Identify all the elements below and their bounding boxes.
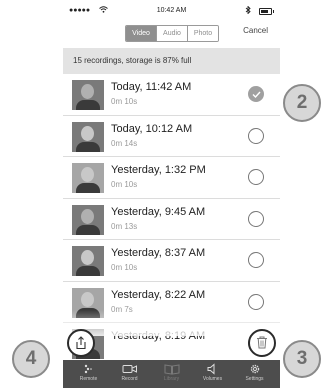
tab-label: Record: [121, 376, 138, 382]
recording-duration: 0m 14s: [111, 138, 138, 148]
recording-duration: 0m 10s: [111, 180, 138, 189]
recording-row[interactable]: Today, 10:12 AM 0m 14s: [63, 116, 280, 157]
recording-row[interactable]: Today, 11:42 AM 0m 10s: [63, 74, 280, 116]
share-button[interactable]: [67, 329, 95, 357]
recording-thumbnail: [72, 246, 104, 276]
tab-photo[interactable]: Photo: [187, 26, 218, 41]
list-fade: [63, 310, 280, 336]
tab-settings[interactable]: Settings: [233, 360, 276, 388]
selection-circle[interactable]: [248, 169, 264, 185]
tab-label: Remote: [79, 376, 98, 382]
tab-label: Settings: [245, 376, 264, 382]
tab-audio[interactable]: Audio: [156, 26, 187, 41]
recording-thumbnail: [72, 163, 104, 193]
recording-title: Yesterday, 8:22 AM: [111, 288, 206, 301]
video-camera-icon: [122, 365, 137, 373]
callout-badge-delete: 3: [283, 340, 321, 378]
selection-circle[interactable]: [248, 293, 264, 310]
remote-icon: [84, 364, 92, 374]
recording-duration: 0m 13s: [111, 221, 138, 231]
callout-badge-share: 4: [12, 340, 50, 378]
gear-icon: [250, 364, 259, 374]
bluetooth-icon: [245, 5, 251, 16]
recording-duration: 0m 10s: [111, 263, 138, 272]
recording-thumbnail: [72, 204, 104, 235]
selection-circle[interactable]: [248, 210, 264, 227]
delete-button[interactable]: [248, 329, 276, 357]
phone-screen: ●●●●● 10:42 AM Video Audio Photo Cancel …: [63, 0, 280, 388]
tab-video[interactable]: Video: [126, 26, 156, 41]
tab-bar: Remote Record Library Volumes Settings: [63, 360, 280, 388]
tab-label: Volumes: [202, 376, 223, 382]
cancel-button[interactable]: Cancel: [243, 26, 268, 35]
book-icon: [164, 364, 179, 375]
recording-title: Yesterday, 8:37 AM: [111, 247, 206, 259]
tab-remote[interactable]: Remote: [67, 360, 110, 388]
selection-checkmark[interactable]: [248, 86, 264, 102]
tab-volumes[interactable]: Volumes: [191, 360, 234, 388]
recording-title: Yesterday, 1:32 PM: [111, 164, 206, 176]
recording-row[interactable]: Yesterday, 1:32 PM 0m 10s: [63, 157, 280, 199]
recording-duration: 0m 10s: [111, 97, 138, 106]
trash-icon: [257, 336, 267, 349]
selection-circle[interactable]: [248, 252, 264, 268]
action-bar: [63, 329, 280, 360]
recording-title: Yesterday, 9:45 AM: [111, 205, 206, 218]
battery-icon: [259, 8, 274, 15]
recording-thumbnail: [72, 80, 104, 110]
callout-badge-select: 2: [283, 84, 321, 122]
share-icon: [76, 336, 86, 350]
media-type-segmented-control: Video Audio Photo: [125, 25, 219, 42]
recording-row[interactable]: Yesterday, 9:45 AM 0m 13s: [63, 199, 280, 240]
status-bar: ●●●●● 10:42 AM: [63, 5, 280, 19]
recording-title: Today, 10:12 AM: [111, 122, 193, 135]
tab-label: Library: [163, 376, 180, 382]
tab-library[interactable]: Library: [150, 360, 193, 388]
speaker-icon: [207, 363, 214, 375]
recording-thumbnail: [72, 121, 104, 152]
recording-title: Today, 11:42 AM: [111, 81, 192, 93]
storage-banner: 15 recordings, storage is 87% full: [63, 48, 280, 74]
selection-circle[interactable]: [248, 127, 264, 144]
recording-row[interactable]: Yesterday, 8:37 AM 0m 10s: [63, 240, 280, 282]
tab-record[interactable]: Record: [108, 360, 151, 388]
